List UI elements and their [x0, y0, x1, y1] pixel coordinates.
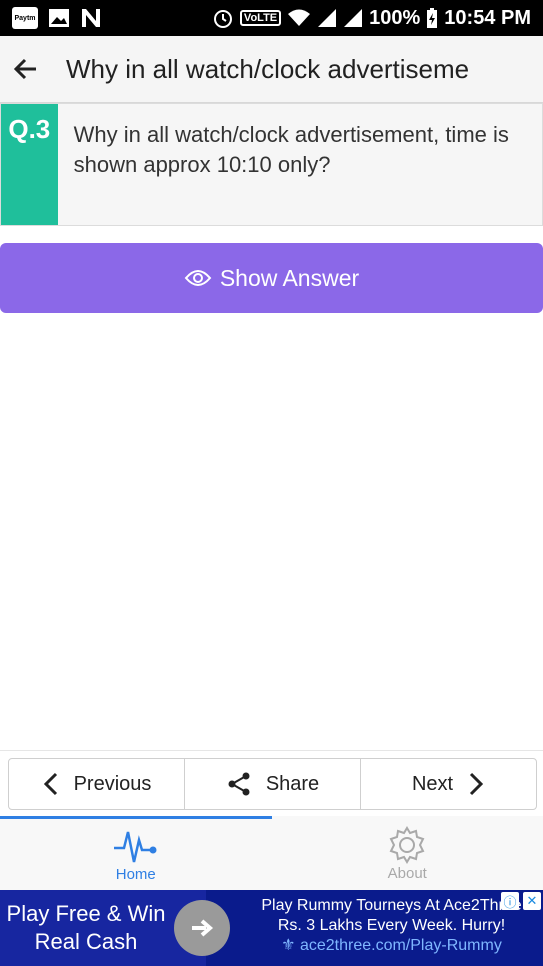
ad-logo-icon: ⚜ [281, 937, 296, 954]
question-number: Q.3 [1, 104, 58, 225]
ad-left-line2: Real Cash [34, 929, 138, 954]
paytm-notification-icon: Paytm [12, 7, 38, 29]
signal-icon [318, 9, 337, 27]
ad-right-line1: Play Rummy Tourneys At Ace2Three [261, 897, 522, 914]
wifi-icon [288, 9, 311, 26]
ad-url-text: ace2three.com/Play-Rummy [299, 937, 502, 954]
ad-url[interactable]: ⚜ ace2three.com/Play-Rummy [240, 936, 543, 956]
volte-badge: VoLTE [239, 10, 282, 26]
eye-icon [184, 270, 212, 286]
clock-time: 10:54 PM [444, 6, 531, 29]
previous-button[interactable]: Previous [9, 759, 185, 809]
pulse-icon [113, 831, 157, 863]
tab-about[interactable]: About [272, 816, 543, 890]
share-label: Share [265, 772, 320, 795]
next-label: Next [411, 772, 454, 795]
chevron-right-icon [470, 772, 484, 796]
chevron-left-icon [43, 772, 57, 796]
show-answer-button[interactable]: Show Answer [0, 243, 543, 313]
question-text: Why in all watch/clock advertisement, ti… [73, 122, 509, 177]
question-card: Q.3 Why in all watch/clock advertisement… [0, 103, 543, 226]
signal-icon-2 [344, 9, 363, 27]
previous-label: Previous [73, 772, 152, 795]
image-notification-icon [49, 9, 69, 27]
question-navigation: Previous Share Next [8, 758, 537, 810]
arrow-right-icon [192, 919, 214, 937]
alarm-icon [213, 10, 232, 28]
bottom-navigation: Home About [0, 816, 543, 890]
ad-arrow-button[interactable] [174, 900, 230, 956]
next-button[interactable]: Next [361, 759, 536, 809]
tab-home-label: Home [115, 866, 156, 883]
show-answer-label: Show Answer [219, 264, 360, 291]
tab-home[interactable]: Home [0, 816, 272, 890]
status-bar: Paytm VoLTE 100% 10:54 PM [0, 0, 543, 36]
battery-charging-icon [427, 8, 438, 28]
ad-banner[interactable]: Play Free & Win Real Cash Play Rummy Tou… [0, 890, 543, 966]
ad-right-line2: Rs. 3 Lakhs Every Week. Hurry! [277, 917, 506, 934]
share-icon [228, 772, 250, 796]
divider [0, 750, 543, 751]
ad-info-icon[interactable]: ⓘ [501, 892, 519, 910]
ad-close-icon[interactable]: ✕ [523, 892, 541, 910]
n-notification-icon [82, 9, 100, 27]
ad-left-line1: Play Free & Win [6, 901, 166, 926]
tab-about-label: About [387, 864, 427, 882]
share-button[interactable]: Share [185, 759, 361, 809]
arrow-left-icon [13, 58, 36, 80]
ad-right-panel: Play Rummy Tourneys At Ace2Three Rs. 3 L… [206, 890, 543, 966]
page-title: Why in all watch/clock advertiseme [66, 53, 470, 84]
gear-icon [389, 825, 425, 864]
app-toolbar: Why in all watch/clock advertiseme [0, 36, 543, 103]
ad-left-panel: Play Free & Win Real Cash [0, 890, 230, 966]
battery-percent: 100% [369, 6, 421, 29]
back-button[interactable] [2, 45, 50, 93]
